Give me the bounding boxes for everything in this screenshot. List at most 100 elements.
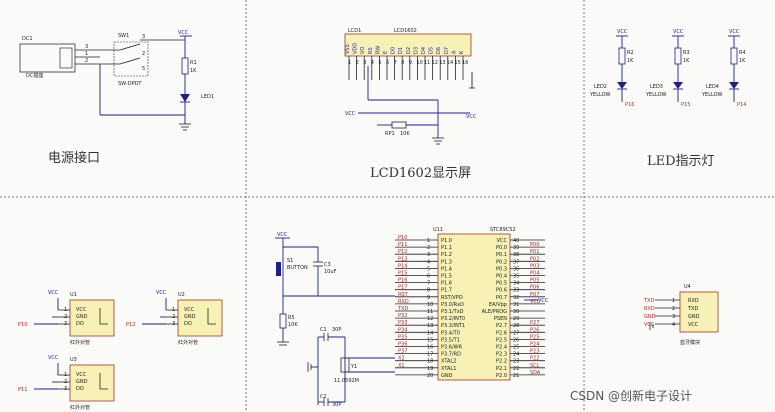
svg-text:5: 5 [142,66,145,72]
button-label: BUTTON [287,265,308,271]
mcu-left-pin-num: 10 [427,302,433,308]
mcu-left-pin: P3.2/INT0 [441,316,465,322]
lcd-pin-4: RS [368,47,374,54]
lcd-pin-10: D3 [413,47,419,54]
led-section: VCC R2 1K LED2 YELLOW P16 VCC R3 1K LED3 YELLOW P15… [589,29,746,169]
bt-name: 蓝牙模块 [680,339,700,346]
mcu-left-pin-num: 13 [427,323,433,329]
sensor-ref: U3 [70,357,77,363]
led-r-val: 1K [739,58,746,64]
power-section-title: 电源接口 [48,150,100,166]
sensor-vcc: VCC [48,355,59,361]
mcu-right-net: P23 [530,349,539,355]
bt-ref: U4 [684,284,691,290]
c2-ref: C2 [320,394,327,400]
led-net: P16 [625,102,634,108]
mcu-right-pin-num: 29 [513,316,519,322]
mcu-right-net: P04 [530,271,539,277]
sw-ref: SW1 [118,33,129,39]
led-r-val: 1K [683,58,690,64]
mcu-right-pin: P2.1 [496,366,507,372]
bt-net: TXD [643,298,654,304]
led-diode [673,82,683,89]
led-vcc: VCC [729,29,740,35]
lcd-pin-num: 14 [447,60,453,66]
sensor-net: P11 [18,387,27,393]
mcu-left-net: P13 [398,256,407,262]
sensor-pin: VCC [76,372,87,378]
mcu-right-pin-num: 30 [513,309,519,315]
svg-text:VCC: VCC [466,114,477,120]
mcu-left-pin-num: 3 [427,252,430,258]
c3-val: 10uF [324,269,337,275]
bt-pin: RXD [688,298,699,304]
mcu-left-pin: P3.1/TxD [441,309,464,315]
bt-section: U4 RXD1TXDTXD2RXDGND3GNDVCC4VCC 蓝牙模块 [643,284,719,346]
r5-val: 10K [288,322,298,328]
led-net: P14 [737,102,746,108]
mcu-right-net: P26 [530,327,539,333]
mcu-left-pin: P1.5 [441,274,452,280]
r5-ref: R5 [288,315,295,321]
mcu-right-net: P27 [530,320,539,326]
mcu-right-pin: P0.1 [496,252,507,258]
c3-ref: C3 [324,262,331,268]
sensor-name: 红外对管 [70,339,90,346]
lcd-pin-2: VDD [353,43,359,54]
mcu-left-pin-num: 17 [427,352,433,358]
led-r-ref: R4 [739,50,746,56]
mcu-right-pin-num: 34 [513,281,519,287]
mcu-left-net: X1 [398,363,405,369]
lcd-pin-5: RW [375,46,381,54]
led-r-val: 1K [627,58,634,64]
mcu-left-net: TXD [397,306,408,312]
sensor-vcc: VCC [156,290,167,296]
mcu-left-pin-num: 4 [427,259,430,265]
mcu-right-pin-num: 28 [513,323,519,329]
svg-text:1: 1 [85,51,88,57]
led-color: YELLOW [701,92,723,98]
bt-net: GND [644,314,656,320]
mcu-left-pin-num: 7 [427,281,430,287]
mcu-right-net: P03 [530,263,539,269]
mcu-right-pin: P2.5 [496,337,507,343]
mcu-left-pin: P3.0/RxD [441,302,464,308]
xtal-val: 11.0592M [334,378,359,384]
r1-body [181,57,189,75]
mcu-left-pin-num: 5 [427,266,430,272]
mcu-right-net: P01 [530,249,539,255]
mcu-left-net: RST [398,292,409,298]
c2-val: 30P [332,402,341,408]
mcu-right-pin-num: 39 [513,245,519,251]
mcu-right-pin-num: 26 [513,337,519,343]
sensor-pin: GND [184,314,196,320]
led1-ref: LED1 [201,94,214,100]
mcu-left-pin: P1.2 [441,252,452,258]
sensor-name: 红外对管 [70,404,90,411]
mcu-right-pin: ALE/PROG [482,309,507,315]
mcu-left-pin: P1.3 [441,259,452,265]
mcu-left-pin: P1.4 [441,266,452,272]
mcu-right-pin: P0.0 [496,245,507,251]
bt-pin-num: 1 [672,298,675,304]
mcu-right-net: P00 [530,242,539,248]
mcu-right-pin: P2.2 [496,359,507,365]
mcu-right-pin: P2.4 [496,345,507,351]
mcu-right-pin: EA/Vpp [489,302,507,308]
mcu-right-net: P02 [530,256,539,262]
bt-pin: TXD [687,306,698,312]
mcu-left-pin-num: 1 [427,238,430,244]
mcu-right-pin-num: 21 [513,373,519,379]
mcu-left-pin: XTAL1 [441,366,456,372]
lcd-pin-6: E [383,51,389,54]
rp1-val: 10K [400,131,410,137]
led-r-ref: R3 [683,50,690,56]
svg-text:2: 2 [142,51,145,57]
mcu-left-net: P10 [398,235,407,241]
mcu-left-pin: RST/VPD [441,295,463,301]
mcu-left-pin: P1.7 [441,288,452,294]
mcu-left-net: P12 [398,249,407,255]
lcd-pin-15: A [451,50,457,54]
c1-val: 30P [332,327,341,333]
mcu-left-pin: P3.6/WR [441,345,463,351]
